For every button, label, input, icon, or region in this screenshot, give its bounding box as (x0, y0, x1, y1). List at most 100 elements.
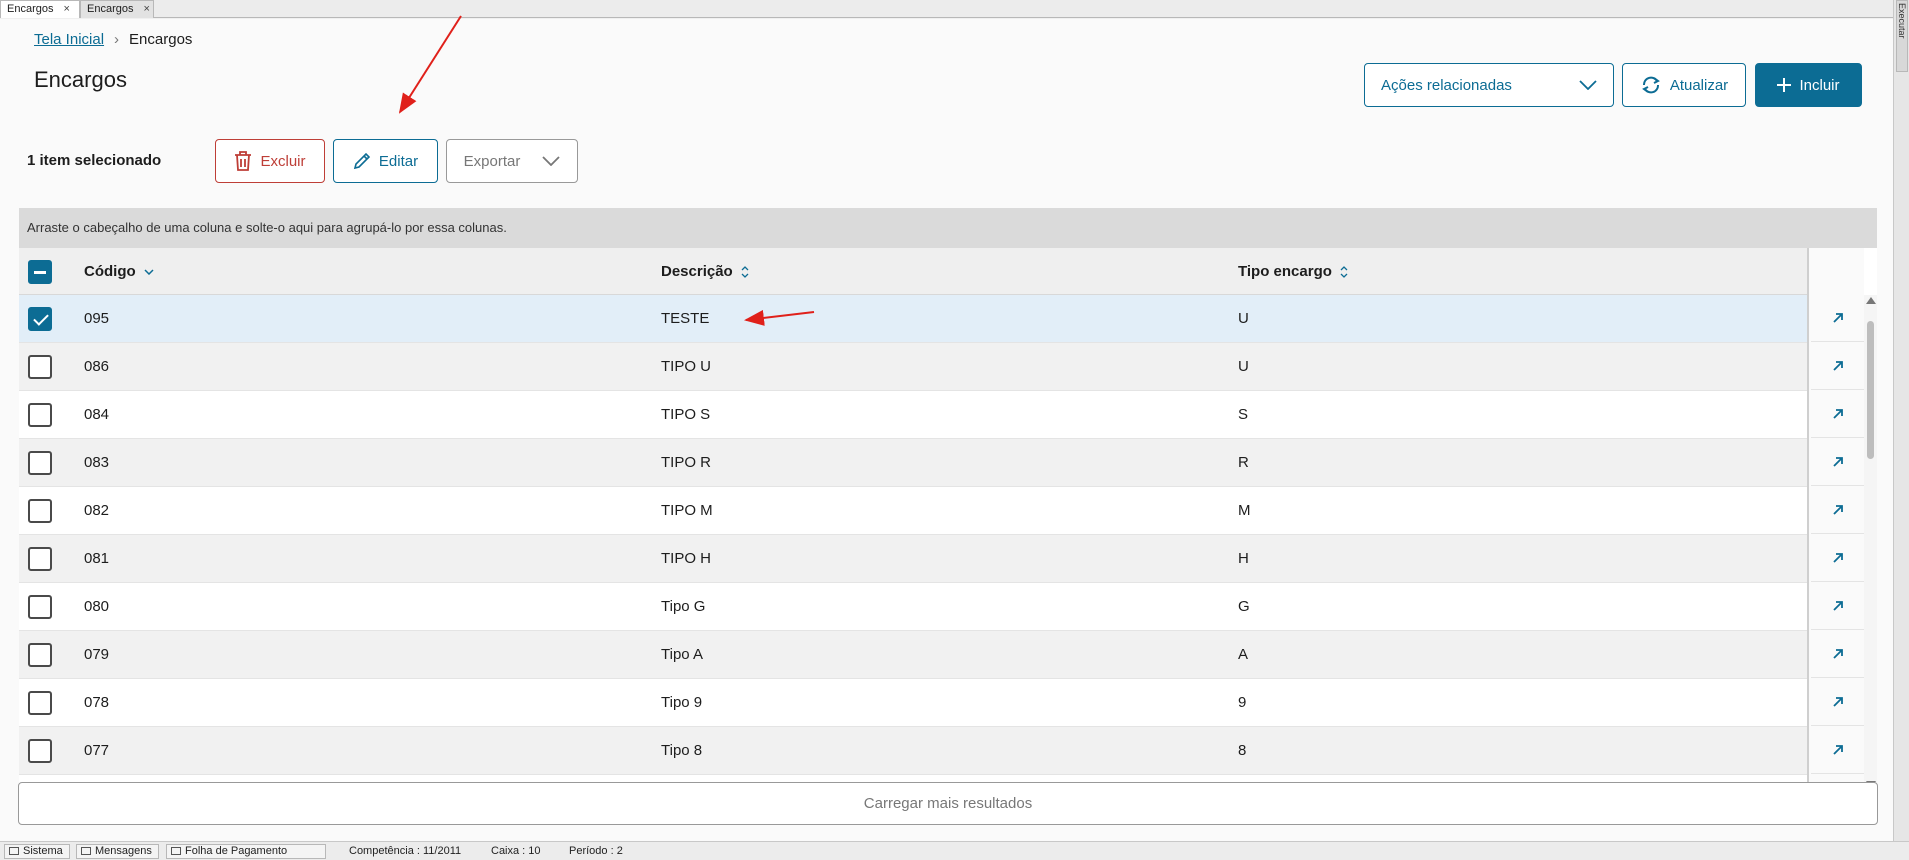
cell-codigo: 081 (84, 550, 110, 567)
open-row-button[interactable] (1811, 727, 1864, 774)
export-label: Exportar (463, 152, 521, 170)
scroll-up-arrow-icon[interactable] (1866, 297, 1876, 304)
status-tab-folha[interactable]: Folha de Pagamento (166, 844, 326, 859)
export-dropdown[interactable]: Exportar (446, 139, 578, 183)
sort-icon[interactable] (741, 265, 749, 278)
status-tab-sistema[interactable]: Sistema (4, 844, 70, 859)
row-checkbox[interactable] (28, 643, 52, 667)
open-row-button[interactable] (1811, 679, 1864, 726)
close-icon[interactable]: × (143, 3, 149, 15)
tab-encargos-active[interactable]: Encargos × (0, 0, 80, 18)
arrow-up-right-icon (1832, 697, 1843, 707)
scrollbar-thumb[interactable] (1867, 321, 1874, 459)
arrow-up-right-icon (1832, 409, 1843, 419)
column-header-descricao[interactable]: Descrição (661, 263, 749, 280)
sort-icon[interactable] (1340, 265, 1348, 278)
table-row[interactable]: 082 TIPO M M (19, 487, 1807, 535)
open-row-button[interactable] (1811, 583, 1864, 630)
status-periodo: Período : 2 (569, 845, 623, 857)
table-row[interactable]: 078 Tipo 9 9 (19, 679, 1807, 727)
tab-encargos[interactable]: Encargos × (80, 0, 154, 18)
table-row[interactable]: 083 TIPO R R (19, 439, 1807, 487)
cell-tipo-encargo: M (1238, 502, 1251, 519)
message-icon (81, 847, 91, 856)
refresh-button[interactable]: Atualizar (1622, 63, 1746, 107)
pencil-icon (353, 152, 371, 170)
refresh-icon (1641, 76, 1660, 94)
table-row[interactable]: 086 TIPO U U (19, 343, 1807, 391)
status-tab-mensagens[interactable]: Mensagens (76, 844, 159, 859)
table-row[interactable]: 080 Tipo G G (19, 583, 1807, 631)
arrow-up-right-icon (1832, 649, 1843, 659)
cell-tipo-encargo: R (1238, 454, 1249, 471)
cell-codigo: 083 (84, 454, 110, 471)
add-label: Incluir (1799, 76, 1840, 94)
row-checkbox[interactable] (28, 355, 52, 379)
status-tab-label: Mensagens (95, 845, 152, 857)
related-actions-dropdown[interactable]: Ações relacionadas (1364, 63, 1614, 107)
column-header-tipo-encargo[interactable]: Tipo encargo (1238, 263, 1348, 280)
tab-label: Encargos (87, 3, 134, 15)
close-icon[interactable]: × (63, 3, 69, 15)
open-row-button[interactable] (1811, 439, 1864, 486)
open-row-button[interactable] (1811, 391, 1864, 438)
cell-descricao: Tipo A (661, 646, 703, 663)
table-row[interactable]: 077 Tipo 8 8 (19, 727, 1807, 775)
row-checkbox[interactable] (28, 739, 52, 763)
cell-codigo: 082 (84, 502, 110, 519)
plus-icon (1777, 78, 1792, 92)
table-row[interactable]: 081 TIPO H H (19, 535, 1807, 583)
document-icon (171, 847, 181, 856)
open-row-button[interactable] (1811, 535, 1864, 582)
open-row-button[interactable] (1811, 487, 1864, 534)
window-icon (9, 847, 19, 856)
open-row-button[interactable] (1811, 631, 1864, 678)
arrow-up-right-icon (1832, 601, 1843, 611)
row-checkbox[interactable] (28, 595, 52, 619)
column-header-label: Código (84, 263, 136, 280)
row-checkbox[interactable] (28, 403, 52, 427)
cell-tipo-encargo: U (1238, 358, 1249, 375)
delete-button[interactable]: Excluir (215, 139, 325, 183)
cell-tipo-encargo: A (1238, 646, 1249, 663)
side-tab-executar[interactable]: Executar (1896, 0, 1908, 72)
edit-button[interactable]: Editar (333, 139, 438, 183)
arrow-up-right-icon (1832, 505, 1843, 515)
row-checkbox[interactable] (28, 451, 52, 475)
open-row-button[interactable] (1811, 343, 1864, 390)
table-row[interactable]: 079 Tipo A A (19, 631, 1807, 679)
sort-desc-icon[interactable] (144, 268, 154, 275)
cell-codigo: 080 (84, 598, 110, 615)
row-checkbox[interactable] (28, 691, 52, 715)
cell-tipo-encargo: G (1238, 598, 1250, 615)
cell-tipo-encargo: 9 (1238, 694, 1247, 711)
status-tab-label: Sistema (23, 845, 63, 857)
cell-codigo: 079 (84, 646, 110, 663)
load-more-button[interactable]: Carregar mais resultados (18, 782, 1878, 825)
row-checkbox[interactable] (28, 499, 52, 523)
column-header-label: Descrição (661, 263, 733, 280)
grid-vertical-scrollbar[interactable] (1864, 295, 1877, 790)
cell-descricao: TIPO M (661, 502, 713, 519)
breadcrumb: Tela Inicial › Encargos (34, 31, 192, 48)
status-bar: Sistema Mensagens Folha de Pagamento Com… (0, 841, 1909, 860)
breadcrumb-separator: › (114, 31, 120, 48)
table-row[interactable]: 084 TIPO S S (19, 391, 1807, 439)
open-row-button[interactable] (1811, 295, 1864, 342)
related-actions-label: Ações relacionadas (1381, 76, 1512, 94)
row-checkbox[interactable] (28, 307, 52, 331)
group-drop-area[interactable]: Arraste o cabeçalho de uma coluna e solt… (19, 208, 1877, 248)
arrow-up-right-icon (1832, 361, 1843, 371)
cell-tipo-encargo: H (1238, 550, 1249, 567)
add-button[interactable]: Incluir (1755, 63, 1862, 107)
column-header-codigo[interactable]: Código (84, 263, 154, 280)
cell-descricao: Tipo 8 (661, 742, 703, 759)
row-checkbox[interactable] (28, 547, 52, 571)
breadcrumb-home-link[interactable]: Tela Inicial (34, 31, 104, 48)
cell-descricao: TIPO U (661, 358, 712, 375)
status-caixa: Caixa : 10 (491, 845, 541, 857)
trash-icon (235, 151, 252, 171)
select-all-checkbox[interactable] (28, 260, 52, 284)
cell-codigo: 095 (84, 310, 110, 327)
table-row[interactable]: 095 TESTE U (19, 295, 1807, 343)
